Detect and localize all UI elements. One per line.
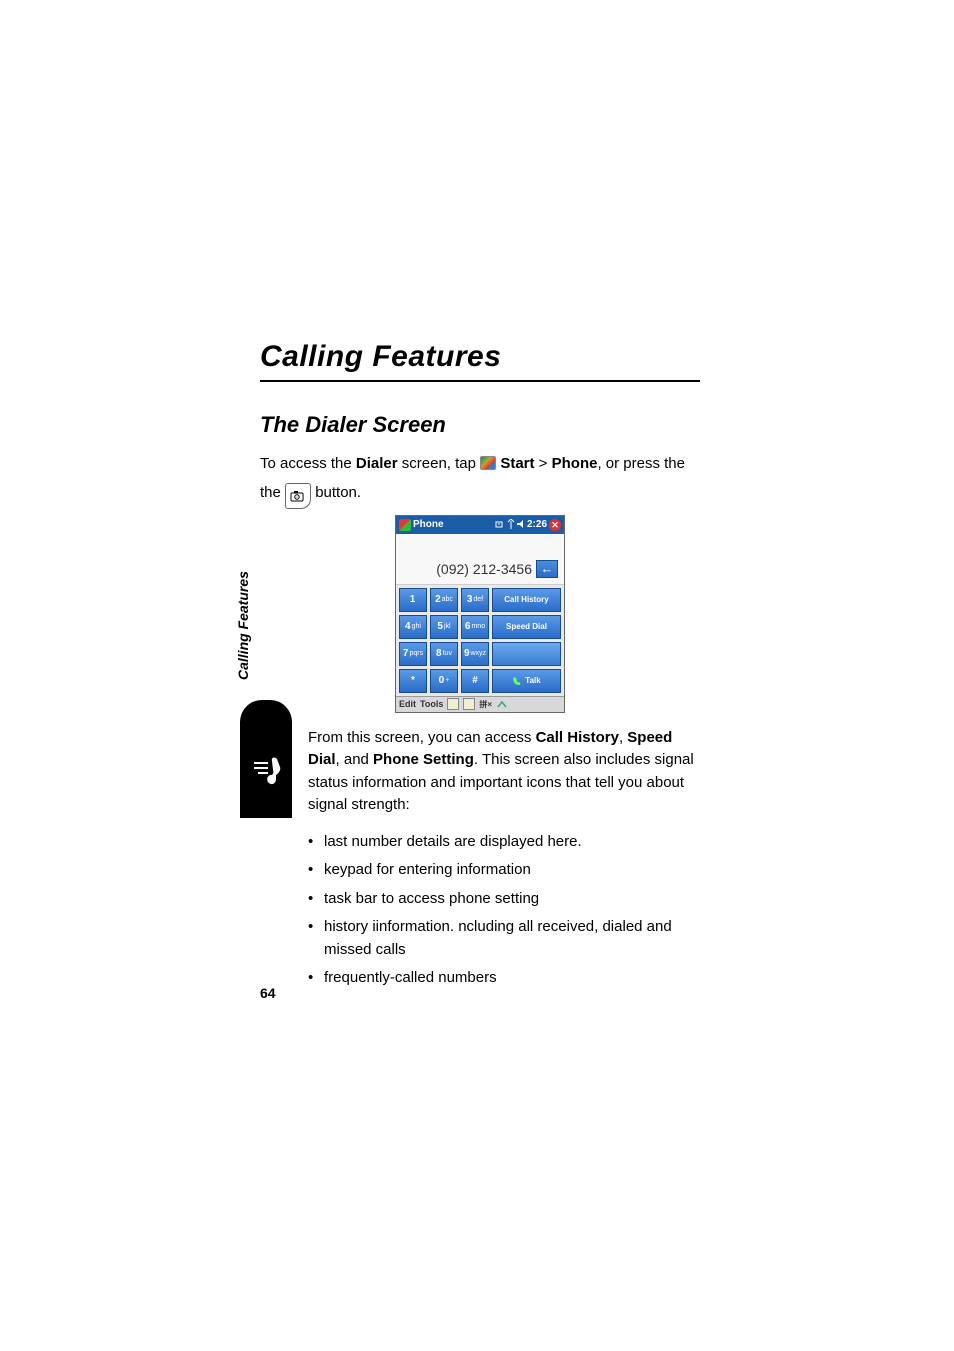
chapter-title: Calling Features [260,340,700,382]
list-item: last number details are displayed here. [308,831,700,854]
key-3: 3def [461,588,489,612]
up-arrow-icon [496,699,508,709]
phone-dialer-figure: Phone 2:26 ✕ (092) 212-3456 ← 1 2abc 3de… [395,515,565,713]
list-item: keypad for entering information [308,859,700,882]
feature-bullet-list: last number details are displayed here. … [308,831,700,990]
sip-icon [447,698,459,710]
key-4: 4ghi [399,615,427,639]
edit-menu: Edit [399,699,416,709]
windows-start-icon [480,456,496,470]
speed-dial-button: Speed Dial [492,615,561,639]
status-icons [495,519,525,531]
keyboard-icon [463,698,475,710]
blank-button [492,642,561,666]
backspace-button: ← [536,560,558,578]
input-indicator: 拼× [479,699,492,710]
key-5: 5jkl [430,615,458,639]
key-hash: # [461,669,489,693]
close-icon: ✕ [549,519,561,531]
keypad: 1 2abc 3def Call History 4ghi 5jkl 6mno … [396,585,564,696]
phone-label: Phone [552,455,598,472]
status-time: 2:26 [527,519,547,530]
key-8: 8tuv [430,642,458,666]
handset-icon [512,676,522,686]
figure-bottom-bar: Edit Tools 拼× [396,696,564,712]
dialer-display: (092) 212-3456 ← [396,534,564,585]
sidebar-section-label: Calling Features [235,571,251,680]
page-number: 64 [260,985,276,1001]
key-1: 1 [399,588,427,612]
dialer-label: Dialer [356,455,398,472]
key-7: 7pqrs [399,642,427,666]
intro-paragraph: To access the Dialer screen, tap Start >… [260,452,700,509]
key-2: 2abc [430,588,458,612]
camera-button-icon [285,483,311,509]
section-title: The Dialer Screen [260,412,700,438]
key-0: 0+ [430,669,458,693]
figure-title: Phone [413,519,493,530]
key-9: 9wxyz [461,642,489,666]
windows-flag-icon [399,519,411,531]
key-6: 6mno [461,615,489,639]
signal-icon [507,519,515,529]
figure-title-bar: Phone 2:26 ✕ [396,516,564,534]
list-item: frequently-called numbers [308,967,700,990]
speaker-icon [517,519,525,529]
talk-button: Talk [492,669,561,693]
list-item: task bar to access phone setting [308,888,700,911]
body-paragraph: From this screen, you can access Call Hi… [308,727,700,817]
intro-part-the: the [260,484,285,501]
start-label: Start [500,455,534,472]
tools-menu: Tools [420,699,443,709]
key-star: * [399,669,427,693]
dialed-number: (092) 212-3456 [402,561,532,577]
list-item: history iinformation. ncluding all recei… [308,916,700,961]
call-history-button: Call History [492,588,561,612]
